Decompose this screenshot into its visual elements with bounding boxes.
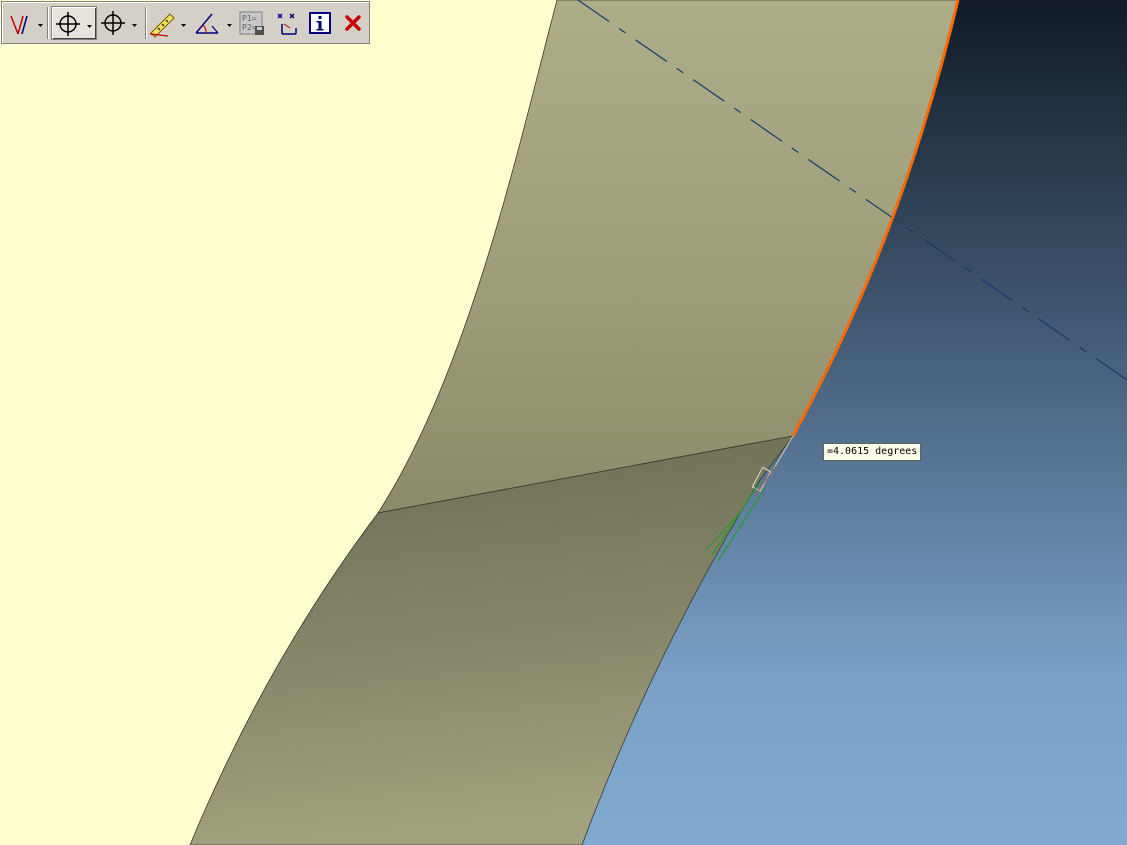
toolbar-separator xyxy=(145,7,147,39)
info-button[interactable] xyxy=(304,6,336,40)
svg-text:P1=: P1= xyxy=(242,14,257,23)
coordinate-tool[interactable] xyxy=(270,6,302,40)
crosshair-point-tool-2[interactable] xyxy=(97,6,143,40)
svg-text:P2=: P2= xyxy=(242,23,257,32)
close-button[interactable] xyxy=(338,6,368,40)
toolbar-separator xyxy=(47,7,49,39)
measurement-toolbar: P1= P2= xyxy=(1,1,370,44)
sketch-lines-tool[interactable] xyxy=(5,6,45,40)
angled-lines-icon xyxy=(10,15,43,35)
angle-measure-tool[interactable] xyxy=(192,6,236,40)
p1-p2-save-tool[interactable]: P1= P2= xyxy=(237,6,269,40)
crosshair-icon xyxy=(56,12,92,36)
p1-p2-save-icon: P1= P2= xyxy=(239,11,264,35)
crosshair-point-tool[interactable] xyxy=(51,6,97,40)
crosshair-icon xyxy=(101,11,137,35)
angle-readout-label: =4.0615 degrees xyxy=(823,443,922,461)
info-icon xyxy=(309,12,331,34)
close-icon xyxy=(345,15,361,31)
coordinate-icon xyxy=(277,13,297,35)
angle-icon xyxy=(195,13,232,34)
ruler-icon xyxy=(149,13,186,38)
viewport-canvas[interactable] xyxy=(0,0,1127,845)
measure-ruler-tool[interactable] xyxy=(148,6,190,40)
